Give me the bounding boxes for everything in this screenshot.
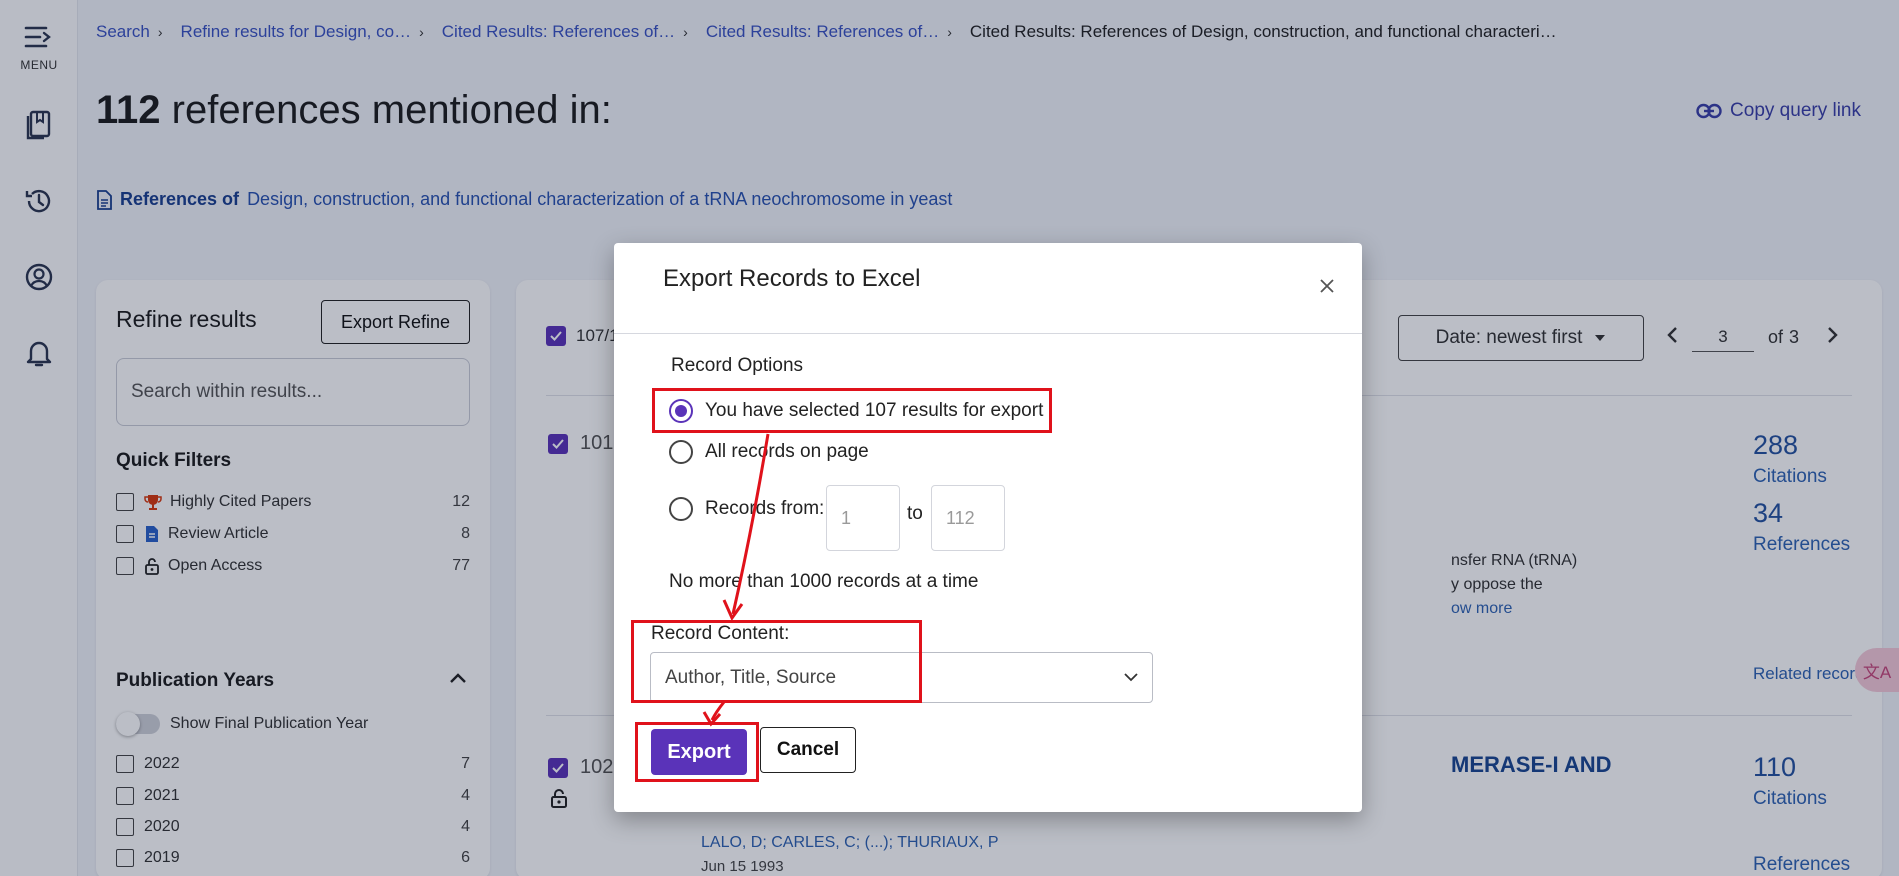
annotation-arrows bbox=[702, 433, 770, 727]
